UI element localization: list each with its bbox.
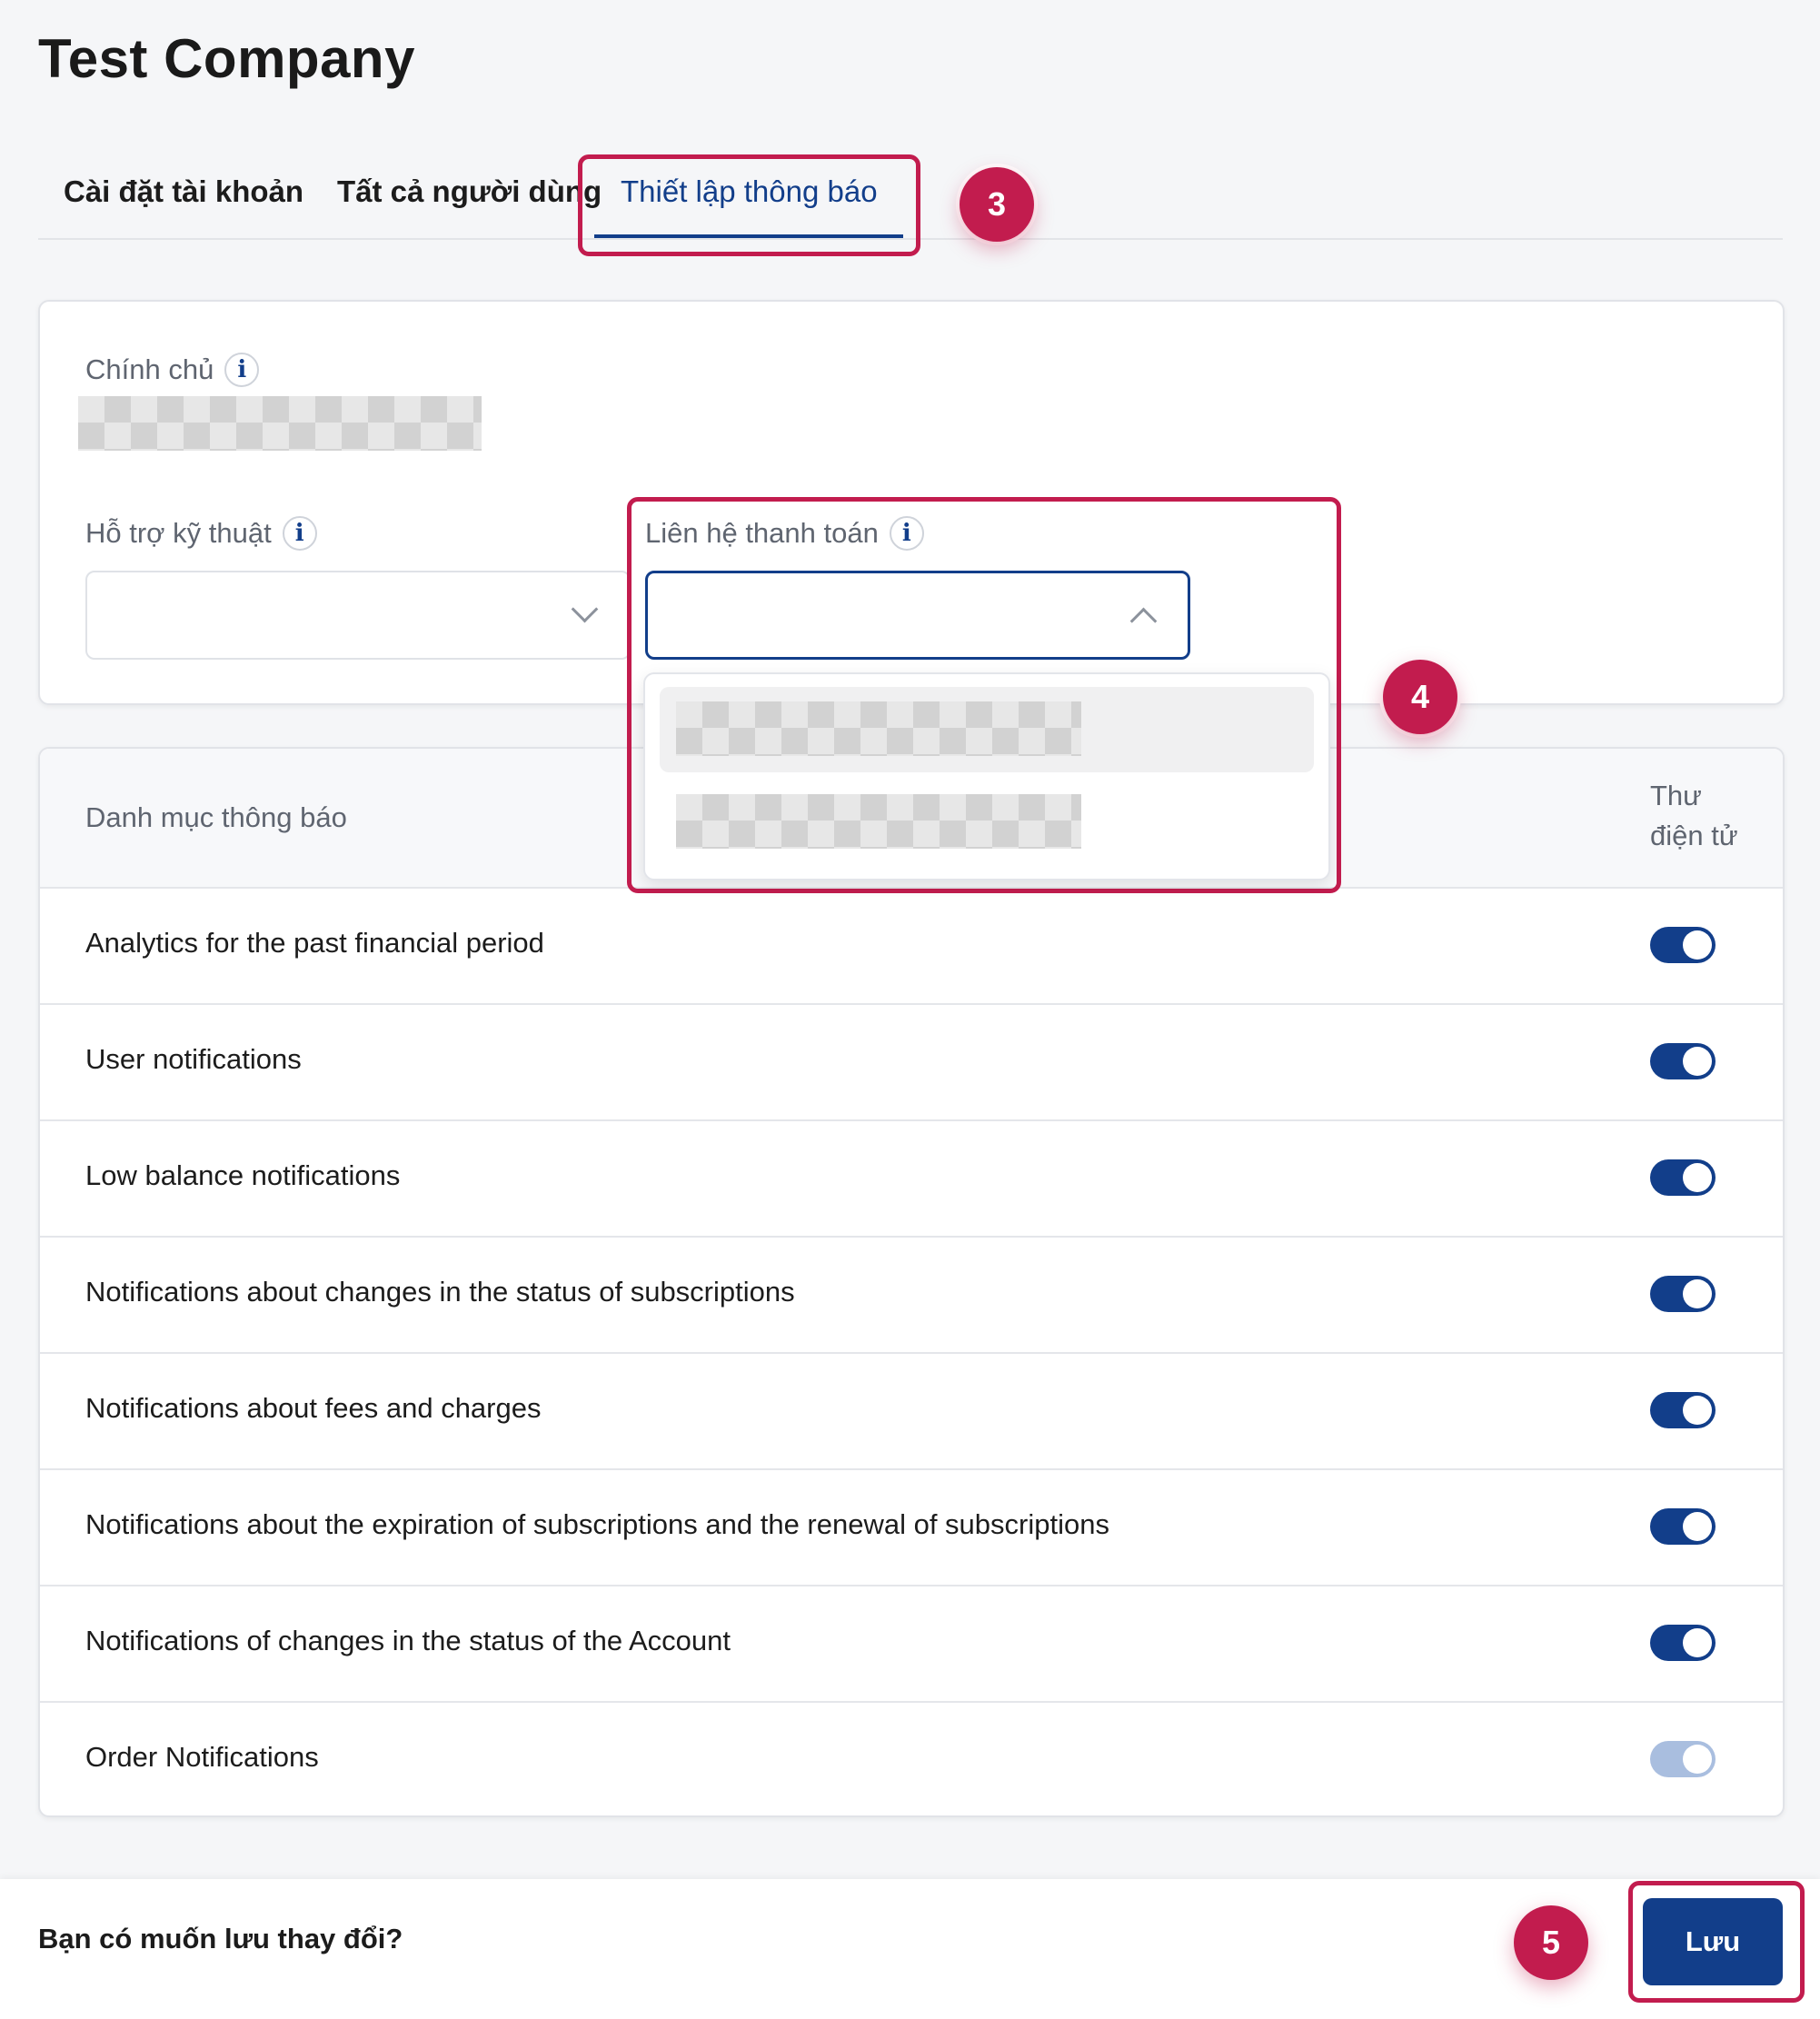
tabs-divider	[38, 238, 1783, 240]
toggle-knob	[1683, 930, 1712, 960]
email-toggle[interactable]	[1650, 1159, 1716, 1196]
row-label: Order Notifications	[85, 1741, 319, 1773]
billing-dropdown-menu	[643, 672, 1330, 880]
notifications-table: Danh mục thông báo Thư điện tử Analytics…	[38, 747, 1785, 1817]
tech-support-field-label: Hỗ trợ kỹ thuật i	[85, 516, 317, 551]
dropdown-option-redacted	[676, 794, 1081, 849]
tab-all-users[interactable]: Tất cả người dùng	[337, 174, 602, 209]
callout-badge-5: 5	[1514, 1905, 1588, 1980]
table-row: Order Notifications	[40, 1701, 1783, 1815]
owner-field-label: Chính chủ i	[85, 353, 260, 387]
email-toggle[interactable]	[1650, 1508, 1716, 1545]
table-row: Analytics for the past financial period	[40, 887, 1783, 1005]
row-label: Low balance notifications	[85, 1159, 401, 1191]
save-button[interactable]: Lưu	[1643, 1898, 1783, 1985]
toggle-knob	[1683, 1163, 1712, 1192]
owner-label: Chính chủ	[85, 353, 214, 385]
column-header-email: Thư điện tử	[1650, 780, 1738, 851]
contacts-card: Chính chủ i Hỗ trợ kỹ thuật i Liên hệ th…	[38, 300, 1785, 705]
billing-field-label: Liên hệ thanh toán i	[645, 516, 924, 551]
toggle-knob	[1683, 1745, 1712, 1774]
toggle-knob	[1683, 1628, 1712, 1657]
table-row: Notifications about changes in the statu…	[40, 1236, 1783, 1354]
row-label: User notifications	[85, 1043, 302, 1075]
dropdown-option[interactable]	[660, 687, 1314, 772]
toggle-knob	[1683, 1396, 1712, 1425]
info-icon[interactable]: i	[889, 516, 924, 551]
dropdown-option[interactable]	[660, 780, 1314, 865]
dropdown-option-redacted	[676, 701, 1081, 756]
email-toggle[interactable]	[1650, 1276, 1716, 1312]
email-toggle-disabled	[1650, 1741, 1716, 1777]
page-title: Test Company	[38, 28, 415, 89]
column-header-category: Danh mục thông báo	[85, 801, 347, 833]
row-label: Notifications of changes in the status o…	[85, 1625, 731, 1656]
chevron-down-icon	[571, 595, 599, 623]
email-toggle[interactable]	[1650, 1043, 1716, 1079]
toggle-knob	[1683, 1047, 1712, 1076]
toggle-knob	[1683, 1512, 1712, 1541]
row-label: Notifications about fees and charges	[85, 1392, 542, 1424]
email-toggle[interactable]	[1650, 1625, 1716, 1661]
table-body: Analytics for the past financial period …	[40, 887, 1783, 1815]
save-prompt: Bạn có muốn lưu thay đổi?	[38, 1923, 403, 1954]
owner-value-redacted	[78, 396, 482, 451]
tab-notification-settings[interactable]: Thiết lập thông báo	[621, 174, 878, 209]
table-row: Notifications about the expiration of su…	[40, 1468, 1783, 1586]
row-label: Notifications about the expiration of su…	[85, 1508, 1109, 1540]
email-toggle[interactable]	[1650, 927, 1716, 963]
table-row: Notifications about fees and charges	[40, 1352, 1783, 1470]
info-icon[interactable]: i	[282, 516, 317, 551]
row-label: Analytics for the past financial period	[85, 927, 544, 959]
tab-account-settings[interactable]: Cài đặt tài khoản	[64, 174, 303, 209]
chevron-up-icon	[1129, 607, 1158, 635]
table-row: User notifications	[40, 1003, 1783, 1121]
callout-badge-3: 3	[960, 167, 1034, 242]
row-label: Notifications about changes in the statu…	[85, 1276, 795, 1308]
billing-select[interactable]	[645, 571, 1190, 660]
tech-support-label: Hỗ trợ kỹ thuật	[85, 517, 272, 549]
info-icon[interactable]: i	[224, 353, 260, 387]
table-row: Notifications of changes in the status o…	[40, 1585, 1783, 1703]
toggle-knob	[1683, 1279, 1712, 1308]
billing-label: Liên hệ thanh toán	[645, 517, 879, 549]
tech-support-select[interactable]	[85, 571, 631, 660]
callout-badge-4: 4	[1383, 660, 1457, 734]
table-row: Low balance notifications	[40, 1119, 1783, 1238]
email-toggle[interactable]	[1650, 1392, 1716, 1428]
